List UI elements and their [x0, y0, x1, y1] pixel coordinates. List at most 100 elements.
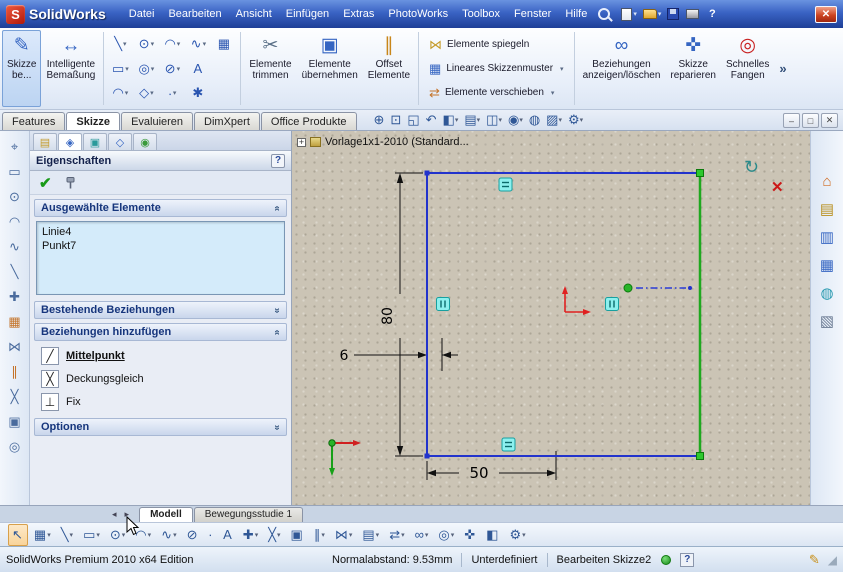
menu-ansicht[interactable]: Ansicht — [229, 5, 279, 23]
resources-home-icon[interactable]: ⌂ — [822, 173, 831, 190]
exit-sketch-button[interactable]: ✎ Skizze be... — [2, 30, 41, 107]
mirror-entities-button[interactable]: ⋈Elemente spiegeln — [424, 33, 569, 56]
confirm-cancel-icon[interactable]: ✕ — [771, 178, 784, 196]
confirm-exit-sketch-icon[interactable]: ↻ — [744, 157, 759, 178]
menu-hilfe[interactable]: Hilfe — [558, 5, 594, 23]
selected-point[interactable] — [624, 284, 632, 292]
quick-tips-button[interactable]: ? — [680, 553, 694, 567]
display-delete-relations-button[interactable]: ∞ Beziehungen anzeigen/löschen — [578, 30, 666, 107]
smart-dimension-button[interactable]: ↔ Intelligente Bemaßung — [41, 30, 100, 107]
inference-point[interactable] — [688, 286, 692, 290]
sketch-endpoint-selected[interactable] — [697, 453, 704, 460]
tab-scroll-right-icon[interactable]: ▸ — [121, 509, 134, 522]
relation-badge-horizontal-top[interactable] — [499, 178, 512, 191]
fillet-tool[interactable]: ◠▾ — [107, 81, 133, 105]
pattern-icon[interactable]: ▦ — [4, 311, 26, 333]
file-explorer-icon[interactable]: ▥ — [820, 228, 834, 246]
dimension-height-80[interactable]: 80 — [380, 173, 423, 456]
group-header[interactable]: Ausgewählte Elemente » — [34, 199, 287, 217]
motion-study-tab[interactable]: Bewegungsstudie 1 — [194, 507, 303, 522]
construction-geometry-tool[interactable]: ✱ — [185, 81, 211, 105]
help-button[interactable]: ? — [271, 154, 285, 168]
rectangle-icon[interactable]: ▭ — [4, 161, 26, 183]
relation-badge-vertical-right[interactable] — [606, 298, 619, 311]
plane-tool[interactable]: ▦ — [211, 32, 237, 56]
menu-bearbeiten[interactable]: Bearbeiten — [161, 5, 228, 23]
grid-snap-tool[interactable]: ▦▾ — [30, 524, 55, 546]
line-tool[interactable]: ╲▾ — [57, 524, 77, 546]
pattern-tool[interactable]: ▤▾ — [358, 524, 383, 546]
point-icon[interactable]: ◎ — [4, 436, 26, 458]
linear-sketch-pattern-button[interactable]: ▦Lineares Skizzenmuster▾ — [424, 57, 569, 80]
menu-fenster[interactable]: Fenster — [507, 5, 558, 23]
tab-dimxpert[interactable]: DimXpert — [194, 112, 260, 130]
arc-icon[interactable]: ◠ — [4, 211, 26, 233]
graphics-area[interactable]: + Vorlage1x1-2010 (Standard... 80 — [292, 131, 810, 505]
save-button[interactable] — [666, 7, 681, 21]
featuremanager-tab[interactable]: ▤ — [33, 133, 57, 150]
spline-tool[interactable]: ∿▾ — [157, 524, 180, 546]
close-button[interactable]: ✕ — [815, 6, 837, 23]
zoom-in-out-icon[interactable]: ⊕ — [372, 112, 387, 128]
dimension-gap-label[interactable]: 6 — [340, 348, 349, 364]
ellipse-tool[interactable]: ⊘▾ — [159, 57, 185, 81]
edit-appearance-icon[interactable]: ◍ — [527, 112, 542, 128]
hide-show-items-icon[interactable]: ◉▾ — [506, 112, 525, 128]
menu-extras[interactable]: Extras — [336, 5, 381, 23]
convert-entities-button[interactable]: ▣ Elemente übernehmen — [297, 30, 363, 107]
point-tool[interactable]: ∙ — [204, 524, 217, 545]
midpoint-with-inference[interactable] — [624, 284, 692, 292]
tab-skizze[interactable]: Skizze — [66, 112, 120, 130]
ok-check-button[interactable]: ✔ — [39, 174, 52, 192]
open-document-button[interactable]: ▾ — [642, 8, 663, 20]
slot-tool[interactable]: ◎▾ — [133, 57, 159, 81]
offset-icon[interactable]: ∥ — [4, 361, 26, 383]
model-tab-modell[interactable]: Modell — [139, 507, 193, 522]
sketch-origin[interactable] — [562, 286, 591, 315]
circle-icon[interactable]: ⊙ — [4, 186, 26, 208]
help-button[interactable]: ? — [705, 7, 720, 22]
configurationmanager-tab[interactable]: ▣ — [83, 133, 107, 150]
relation-fix[interactable]: ⊥Fix — [36, 390, 285, 413]
view-settings-icon[interactable]: ⚙▾ — [566, 112, 585, 128]
trim-tool[interactable]: ╳▾ — [264, 524, 284, 546]
minimize-button[interactable]: – — [783, 113, 800, 128]
tab-scroll-left-icon[interactable]: ◂ — [108, 509, 121, 522]
spline-tool[interactable]: ∿▾ — [185, 32, 211, 56]
display-relations-tool[interactable]: ∞▾ — [411, 524, 433, 545]
menu-photoworks[interactable]: PhotoWorks — [381, 5, 455, 23]
sketch-canvas[interactable]: 80 6 — [292, 131, 810, 505]
repair-sketch-tool[interactable]: ✜ — [460, 524, 480, 546]
arc-tool[interactable]: ◠▾ — [159, 32, 185, 56]
ellipse-tool[interactable]: ⊘ — [183, 524, 203, 546]
mirror-icon[interactable]: ⋈ — [4, 336, 26, 358]
tab-evaluieren[interactable]: Evaluieren — [121, 112, 193, 130]
relation-mittelpunkt[interactable]: ╱Mittelpunkt — [36, 344, 285, 367]
tab-features[interactable]: Features — [2, 112, 65, 130]
line-tool[interactable]: ╲▾ — [107, 32, 133, 56]
close-document-button[interactable]: ✕ — [821, 113, 838, 128]
group-header[interactable]: Optionen » — [34, 418, 287, 436]
dimension-icon[interactable]: ✚ — [4, 286, 26, 308]
restore-button[interactable]: □ — [802, 113, 819, 128]
toolbar-overflow-chevron[interactable]: » — [774, 30, 791, 107]
smart-dimension-tool[interactable]: ✚▾ — [239, 524, 262, 546]
select-tool[interactable]: ↖ — [8, 524, 28, 546]
line-icon[interactable]: ╲ — [4, 261, 26, 283]
dimension-height-label[interactable]: 80 — [380, 307, 396, 325]
group-header[interactable]: Beziehungen hinzufügen » — [34, 323, 287, 341]
quick-snap-tool[interactable]: ◎▾ — [434, 524, 458, 546]
tree-label[interactable]: Vorlage1x1-2010 (Standard... — [325, 136, 469, 148]
sketch-endpoint[interactable] — [425, 454, 430, 459]
apply-scene-icon[interactable]: ▨▾ — [544, 112, 564, 128]
spline-icon[interactable]: ∿ — [4, 236, 26, 258]
propertymanager-tab[interactable]: ◈ — [58, 133, 82, 150]
pin-icon[interactable] — [64, 176, 78, 190]
repair-sketch-button[interactable]: ✜ Skizze reparieren — [665, 30, 721, 107]
search-icon[interactable] — [598, 8, 610, 20]
section-view-icon[interactable]: ◧▾ — [441, 112, 461, 128]
convert-entities-tool[interactable]: ▣ — [287, 524, 308, 546]
options-tool[interactable]: ⚙▾ — [505, 524, 529, 546]
sketch-endpoint-selected[interactable] — [697, 170, 704, 177]
appearances-icon[interactable]: ◍ — [820, 284, 833, 302]
